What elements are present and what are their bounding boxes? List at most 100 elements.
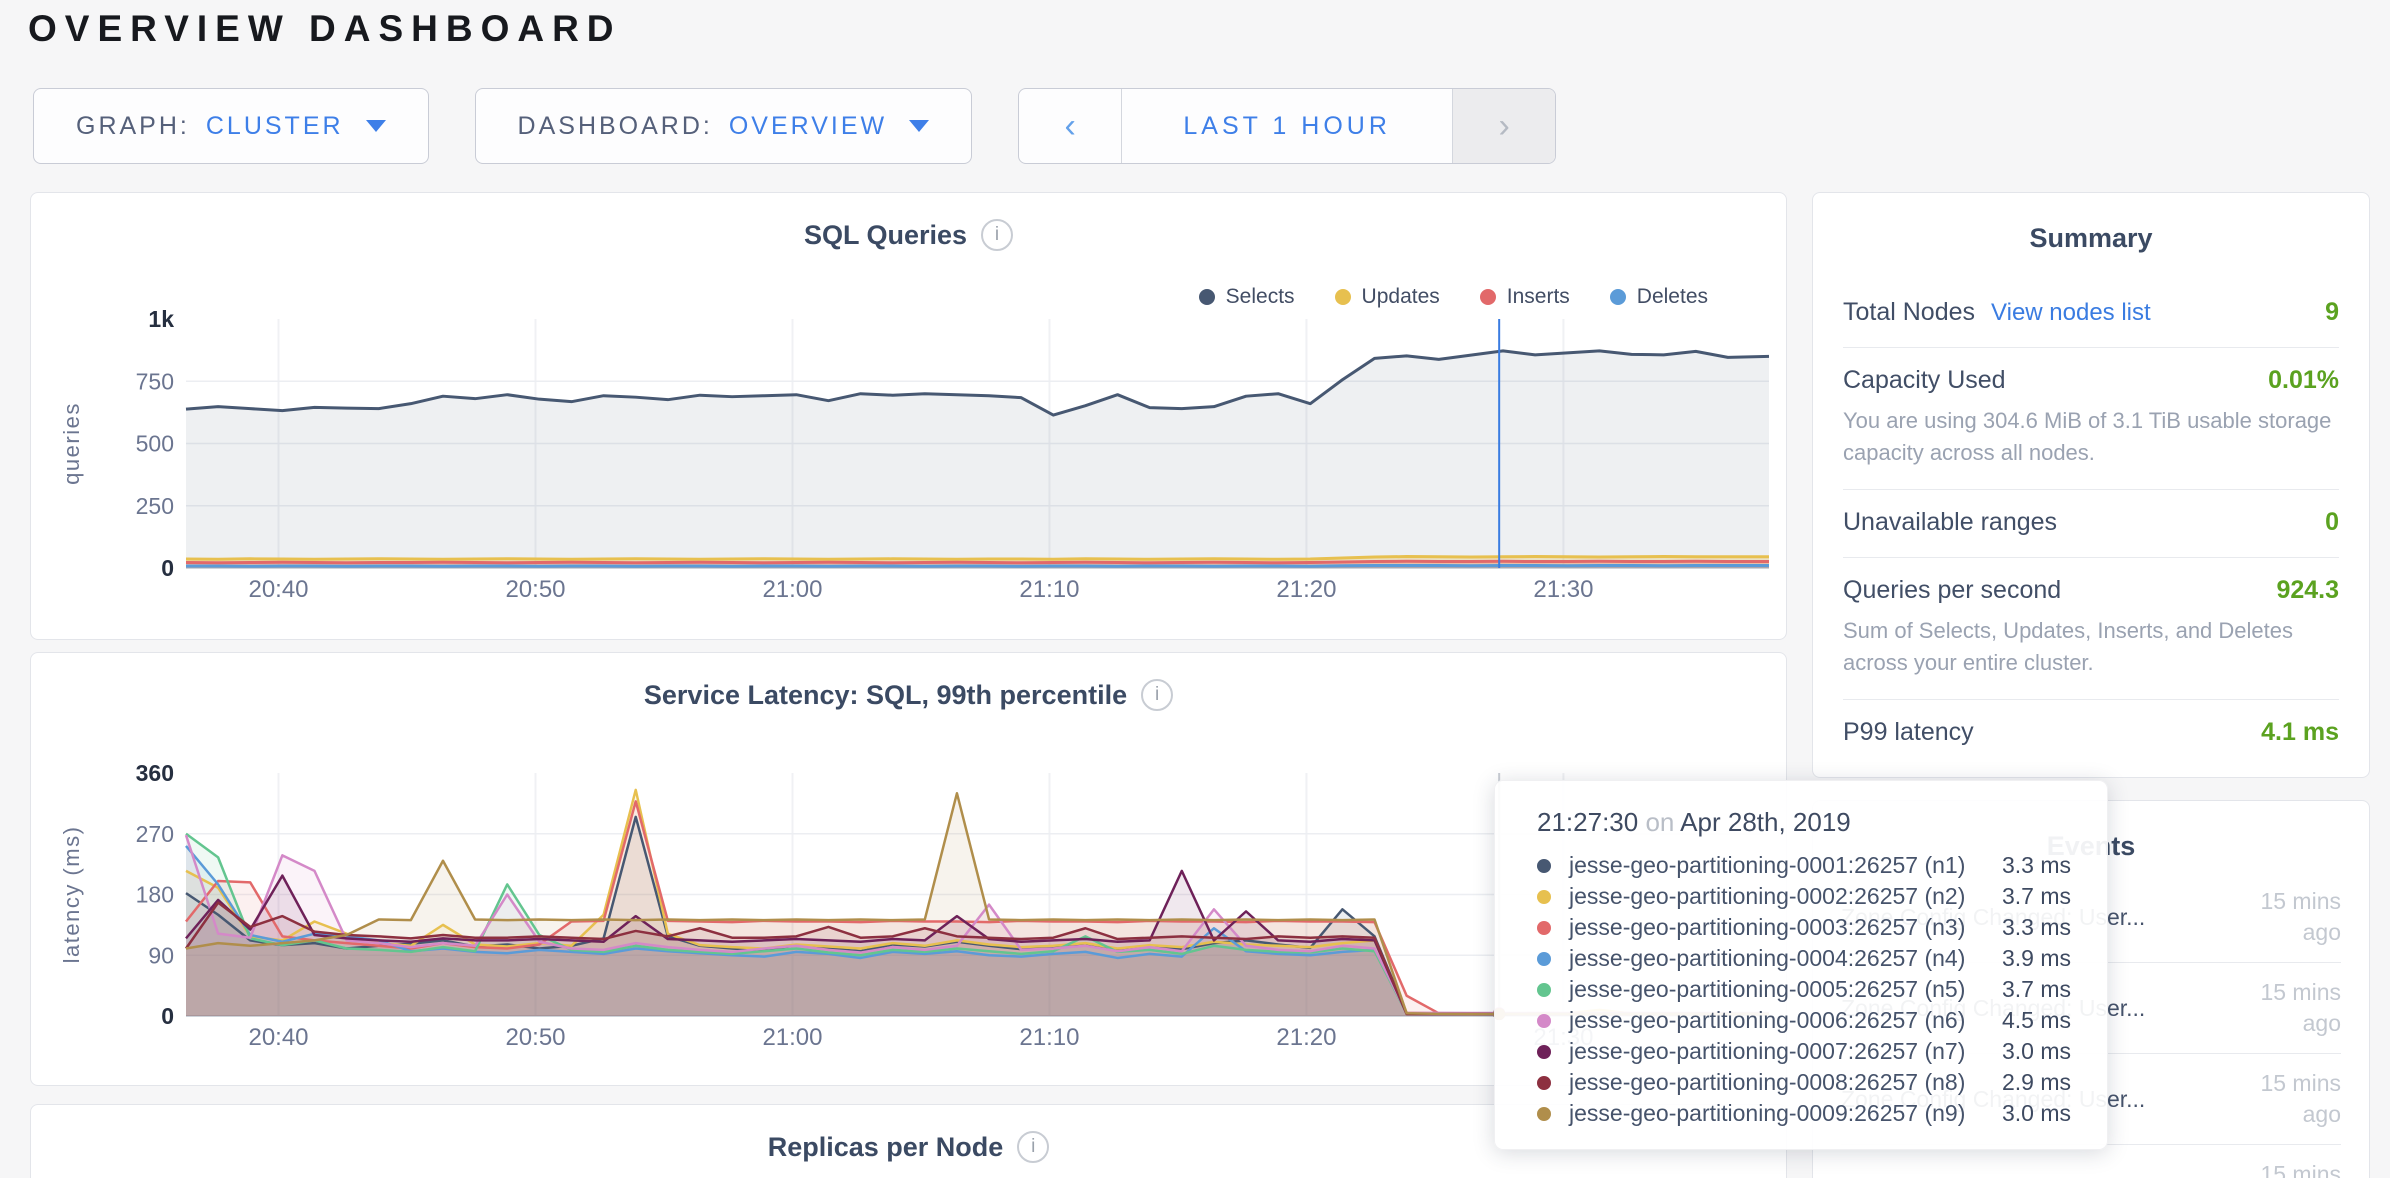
event-timestamp: 15 mins ago <box>2216 1068 2341 1130</box>
summary-item-value: 9 <box>2325 298 2339 327</box>
tooltip-node-name: jesse-geo-partitioning-0002:26257 (n2) <box>1569 883 1965 910</box>
series-color-dot <box>1537 1107 1551 1121</box>
summary-item-p99-latency: P99 latency 4.1 ms <box>1843 700 2339 767</box>
summary-item-note: Sum of Selects, Updates, Inserts, and De… <box>1843 615 2339 679</box>
time-window-next-button[interactable]: › <box>1453 89 1555 163</box>
tooltip-series-row: jesse-geo-partitioning-0004:26257 (n4) 3.… <box>1537 943 2071 974</box>
svg-text:270: 270 <box>136 821 174 847</box>
tooltip-series-row: jesse-geo-partitioning-0003:26257 (n3)3.… <box>1537 912 2071 943</box>
sql-queries-chart[interactable]: 20:4020:5021:0021:1021:2021:300250500750… <box>31 193 1788 641</box>
summary-item-note: You are using 304.6 MiB of 3.1 TiB usabl… <box>1843 405 2339 469</box>
tooltip-timestamp: 21:27:30 on Apr 28th, 2019 <box>1537 807 2071 838</box>
time-window-selector: ‹ LAST 1 HOUR › <box>1018 88 1556 164</box>
replicas-per-node-chart-title: Replicas per Node <box>768 1132 1004 1163</box>
svg-text:750: 750 <box>136 368 174 394</box>
summary-item-value: 924.3 <box>2276 576 2339 605</box>
tooltip-node-name: jesse-geo-partitioning-0006:26257 (n6) <box>1569 1007 1965 1034</box>
summary-item-value: 0 <box>2325 508 2339 537</box>
svg-text:1k: 1k <box>148 306 174 332</box>
graph-dropdown-label: GRAPH: <box>76 112 190 141</box>
series-color-dot <box>1537 890 1551 904</box>
series-color-dot <box>1537 1014 1551 1028</box>
svg-text:180: 180 <box>136 882 174 908</box>
tooltip-latency-value: 3.0 ms <box>2002 1038 2071 1065</box>
svg-text:21:20: 21:20 <box>1276 1024 1336 1051</box>
tooltip-series-row: jesse-geo-partitioning-0008:26257 (n8) 2.… <box>1537 1067 2071 1098</box>
tooltip-latency-value: 3.0 ms <box>2002 1100 2071 1127</box>
svg-text:21:10: 21:10 <box>1019 1024 1079 1051</box>
tooltip-node-name: jesse-geo-partitioning-0005:26257 (n5) <box>1569 976 1965 1003</box>
tooltip-series-row: jesse-geo-partitioning-0005:26257 (n5) 3.… <box>1537 974 2071 1005</box>
summary-item-value: 4.1 ms <box>2261 718 2339 747</box>
svg-text:20:50: 20:50 <box>505 576 565 603</box>
series-color-dot <box>1537 1045 1551 1059</box>
svg-text:20:40: 20:40 <box>248 1024 308 1051</box>
svg-text:21:30: 21:30 <box>1533 576 1593 603</box>
summary-item-value: 0.01% <box>2268 366 2339 395</box>
summary-item-label: Unavailable ranges <box>1843 508 2057 537</box>
info-icon[interactable]: i <box>1017 1131 1049 1163</box>
svg-text:queries: queries <box>59 402 84 485</box>
page-title: OVERVIEW DASHBOARD <box>28 8 622 50</box>
event-timestamp: 15 mins ago <box>2216 886 2341 948</box>
summary-item-unavailable-ranges: Unavailable ranges 0 <box>1843 490 2339 558</box>
svg-text:0: 0 <box>161 555 174 581</box>
tooltip-node-name: jesse-geo-partitioning-0008:26257 (n8) <box>1569 1069 1965 1096</box>
svg-text:20:50: 20:50 <box>505 1024 565 1051</box>
svg-text:250: 250 <box>136 493 174 519</box>
tooltip-series-row: jesse-geo-partitioning-0002:26257 (n2)3.… <box>1537 881 2071 912</box>
summary-item-label: P99 latency <box>1843 718 1974 747</box>
chevron-right-icon: › <box>1498 107 1509 146</box>
dashboard-dropdown[interactable]: DASHBOARD: OVERVIEW <box>475 88 973 164</box>
series-color-dot <box>1537 952 1551 966</box>
tooltip-latency-value: 3.3 ms <box>2002 852 2071 879</box>
tooltip-latency-value: 2.9 ms <box>2002 1069 2071 1096</box>
chevron-down-icon <box>909 120 929 132</box>
tooltip-node-name: jesse-geo-partitioning-0001:26257 (n1) <box>1569 852 1965 879</box>
svg-text:21:00: 21:00 <box>762 576 822 603</box>
svg-text:0: 0 <box>161 1003 174 1029</box>
chevron-down-icon <box>366 120 386 132</box>
svg-text:21:10: 21:10 <box>1019 576 1079 603</box>
svg-text:21:00: 21:00 <box>762 1024 822 1051</box>
time-window-prev-button[interactable]: ‹ <box>1019 89 1121 163</box>
tooltip-latency-value: 3.9 ms <box>2002 945 2071 972</box>
summary-item-queries-per-second: Queries per second 924.3 Sum of Selects,… <box>1843 558 2339 700</box>
series-color-dot <box>1537 921 1551 935</box>
controls-bar: GRAPH: CLUSTER DASHBOARD: OVERVIEW ‹ LAS… <box>33 88 1556 164</box>
sql-queries-card: SQL Queries i SelectsUpdatesInsertsDelet… <box>30 192 1787 640</box>
summary-item-label: Queries per second <box>1843 576 2061 605</box>
tooltip-series-row: jesse-geo-partitioning-0001:26257 (n1) 3.… <box>1537 850 2071 881</box>
tooltip-node-name: jesse-geo-partitioning-0003:26257 (n3) <box>1569 914 1965 941</box>
summary-title: Summary <box>1813 223 2369 254</box>
svg-text:500: 500 <box>136 431 174 457</box>
graph-dropdown-value: CLUSTER <box>206 112 344 141</box>
event-timestamp: 15 mins ago <box>2216 977 2341 1039</box>
svg-text:21:20: 21:20 <box>1276 576 1336 603</box>
tooltip-latency-value: 4.5 ms <box>2002 1007 2071 1034</box>
summary-item-capacity-used: Capacity Used 0.01% You are using 304.6 … <box>1843 348 2339 490</box>
series-color-dot <box>1537 859 1551 873</box>
event-row: Zone Config Changed: User... 15 mins ago <box>1841 1145 2341 1178</box>
view-nodes-list-link[interactable]: View nodes list <box>1991 299 2151 327</box>
dashboard-dropdown-label: DASHBOARD: <box>518 112 713 141</box>
chevron-left-icon: ‹ <box>1064 107 1075 146</box>
tooltip-series-row: jesse-geo-partitioning-0006:26257 (n6) 4.… <box>1537 1005 2071 1036</box>
tooltip-node-name: jesse-geo-partitioning-0009:26257 (n9) <box>1569 1100 1965 1127</box>
summary-panel: Summary Total Nodes View nodes list 9 Ca… <box>1812 192 2370 778</box>
summary-item-label: Total Nodes <box>1843 298 1975 327</box>
series-color-dot <box>1537 1076 1551 1090</box>
tooltip-node-name: jesse-geo-partitioning-0004:26257 (n4) <box>1569 945 1965 972</box>
svg-text:90: 90 <box>148 942 174 968</box>
time-window-label[interactable]: LAST 1 HOUR <box>1121 89 1453 163</box>
chart-hover-tooltip: 21:27:30 on Apr 28th, 2019 jesse-geo-par… <box>1494 780 2108 1150</box>
tooltip-node-name: jesse-geo-partitioning-0007:26257 (n7) <box>1569 1038 1965 1065</box>
svg-text:latency (ms): latency (ms) <box>59 826 84 964</box>
event-timestamp: 15 mins ago <box>2216 1159 2341 1178</box>
tooltip-latency-value: 3.7 ms <box>2002 976 2071 1003</box>
tooltip-series-row: jesse-geo-partitioning-0009:26257 (n9) 3.… <box>1537 1098 2071 1129</box>
summary-item-total-nodes: Total Nodes View nodes list 9 <box>1843 280 2339 348</box>
graph-dropdown[interactable]: GRAPH: CLUSTER <box>33 88 429 164</box>
svg-text:360: 360 <box>136 760 174 786</box>
dashboard-dropdown-value: OVERVIEW <box>729 112 887 141</box>
